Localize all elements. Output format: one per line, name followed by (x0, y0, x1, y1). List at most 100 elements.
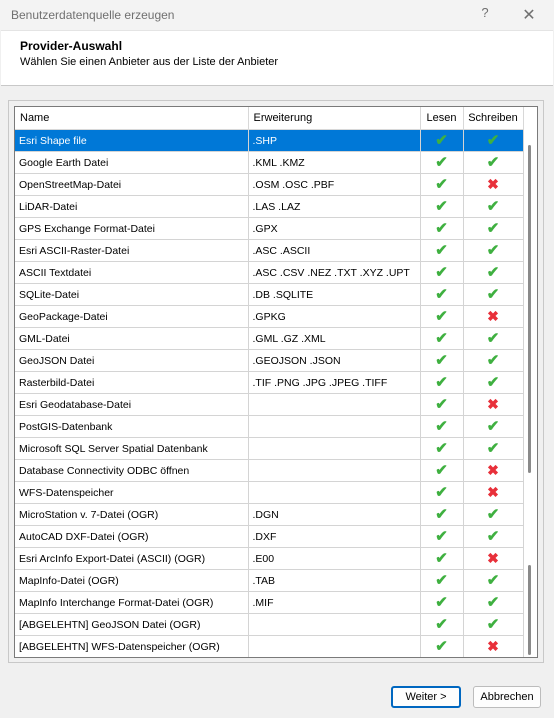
write-support-cell: ✔ (463, 525, 524, 548)
write-support-cell: ✔ (463, 613, 524, 636)
check-icon: ✔ (435, 440, 448, 457)
provider-name-cell: WFS-Datenspeicher (15, 481, 249, 504)
write-support-cell: ✔ (463, 569, 524, 592)
vertical-scrollbar[interactable] (523, 127, 537, 657)
provider-name-cell: MapInfo-Datei (OGR) (15, 569, 249, 592)
provider-extension-cell: .GEOJSON .JSON (248, 349, 421, 372)
provider-extension-cell: .DGN (248, 503, 421, 526)
wizard-header: Provider-Auswahl Wählen Sie einen Anbiet… (1, 30, 553, 86)
check-icon: ✔ (486, 374, 500, 391)
column-header-read[interactable]: Lesen (420, 107, 464, 130)
provider-name-cell: SQLite-Datei (15, 283, 249, 306)
read-support-cell: ✔ (420, 393, 464, 416)
close-button[interactable]: ✕ (518, 5, 540, 25)
table-row[interactable]: [ABGELEHTN] GeoJSON Datei (OGR) ✔ ✔ (15, 613, 524, 636)
provider-extension-cell (248, 415, 421, 438)
table-row[interactable]: Database Connectivity ODBC öffnen ✔ ✖ (15, 459, 524, 482)
table-row[interactable]: OpenStreetMap-Datei .OSM .OSC .PBF ✔ ✖ (15, 173, 524, 196)
write-support-cell: ✔ (463, 371, 524, 394)
table-row[interactable]: Esri Geodatabase-Datei ✔ ✖ (15, 393, 524, 416)
scrollbar-thumb-lower[interactable] (528, 565, 531, 655)
provider-name-cell: [ABGELEHTN] GeoJSON Datei (OGR) (15, 613, 249, 636)
provider-rows: Esri Shape file .SHP ✔ ✔ Google Earth Datei.… (15, 129, 524, 657)
write-support-cell: ✖ (463, 547, 524, 570)
read-support-cell: ✔ (420, 217, 464, 240)
table-row[interactable]: GeoJSON Datei .GEOJSON .JSON ✔ ✔ (15, 349, 524, 372)
check-icon: ✔ (435, 374, 448, 391)
cross-icon: ✖ (487, 396, 499, 412)
provider-list[interactable]: Name Erweiterung Lesen Schreiben Esri Sh… (14, 106, 538, 658)
check-icon: ✔ (435, 550, 448, 567)
provider-extension-cell: .ASC .CSV .NEZ .TXT .XYZ .UPT (248, 261, 421, 284)
table-row[interactable]: WFS-Datenspeicher ✔ ✖ (15, 481, 524, 504)
table-row[interactable]: LiDAR-Datei .LAS .LAZ ✔ ✔ (15, 195, 524, 218)
read-support-cell: ✔ (420, 613, 464, 636)
table-row[interactable]: ASCII Textdatei .ASC .CSV .NEZ .TXT .XYZ … (15, 261, 524, 284)
column-header-write[interactable]: Schreiben (463, 107, 524, 130)
write-support-cell: ✔ (463, 437, 524, 460)
check-icon: ✔ (486, 352, 500, 369)
check-icon: ✔ (486, 198, 500, 215)
provider-extension-cell: .KML .KMZ (248, 151, 421, 174)
provider-name-cell: Google Earth Datei (15, 151, 249, 174)
check-icon: ✔ (435, 242, 448, 259)
provider-extension-cell: .GPKG (248, 305, 421, 328)
read-support-cell: ✔ (420, 569, 464, 592)
next-button[interactable]: Weiter > (391, 686, 461, 708)
provider-extension-cell: .TIF .PNG .JPG .JPEG .TIFF (248, 371, 421, 394)
table-row[interactable]: PostGIS-Datenbank ✔ ✔ (15, 415, 524, 438)
help-button[interactable]: ? (476, 5, 494, 25)
table-row[interactable]: [ABGELEHTN] WFS-Datenspeicher (OGR) ✔ ✖ (15, 635, 524, 657)
provider-extension-cell: .E00 (248, 547, 421, 570)
scrollbar-thumb[interactable] (528, 145, 531, 473)
header-row: Name Erweiterung Lesen Schreiben (15, 107, 524, 130)
table-row[interactable]: MapInfo Interchange Format-Datei (OGR) .M… (15, 591, 524, 614)
check-icon: ✔ (435, 176, 448, 193)
table-row[interactable]: Rasterbild-Datei .TIF .PNG .JPG .JPEG .TI… (15, 371, 524, 394)
table-row[interactable]: GeoPackage-Datei .GPKG ✔ ✖ (15, 305, 524, 328)
provider-extension-cell: .LAS .LAZ (248, 195, 421, 218)
write-support-cell: ✔ (463, 283, 524, 306)
check-icon: ✔ (486, 418, 500, 435)
check-icon: ✔ (435, 462, 448, 479)
table-row[interactable]: Microsoft SQL Server Spatial Datenbank ✔ ✔ (15, 437, 524, 460)
write-support-cell: ✔ (463, 349, 524, 372)
check-icon: ✔ (435, 418, 448, 435)
write-support-cell: ✔ (463, 591, 524, 614)
table-row[interactable]: AutoCAD DXF-Datei (OGR) .DXF ✔ ✔ (15, 525, 524, 548)
provider-extension-cell: .OSM .OSC .PBF (248, 173, 421, 196)
write-support-cell: ✖ (463, 305, 524, 328)
provider-name-cell: Esri ArcInfo Export-Datei (ASCII) (OGR) (15, 547, 249, 570)
table-row[interactable]: SQLite-Datei .DB .SQLITE ✔ ✔ (15, 283, 524, 306)
read-support-cell: ✔ (420, 547, 464, 570)
check-icon: ✔ (435, 396, 448, 413)
cancel-button[interactable]: Abbrechen (473, 686, 541, 708)
table-row[interactable]: GPS Exchange Format-Datei .GPX ✔ ✔ (15, 217, 524, 240)
table-row[interactable]: Esri ArcInfo Export-Datei (ASCII) (OGR).… (15, 547, 524, 570)
column-header-name[interactable]: Name (15, 107, 249, 130)
table-row[interactable]: Esri Shape file .SHP ✔ ✔ (15, 129, 524, 152)
table-row[interactable]: Esri ASCII-Raster-Datei .ASC .ASCII ✔ ✔ (15, 239, 524, 262)
table-row[interactable]: MicroStation v. 7-Datei (OGR) .DGN ✔ ✔ (15, 503, 524, 526)
provider-extension-cell: .GML .GZ .XML (248, 327, 421, 350)
table-row[interactable]: GML-Datei .GML .GZ .XML ✔ ✔ (15, 327, 524, 350)
check-icon: ✔ (486, 528, 500, 545)
read-support-cell: ✔ (420, 349, 464, 372)
check-icon: ✔ (435, 506, 448, 523)
provider-extension-cell: .MIF (248, 591, 421, 614)
provider-extension-cell: .SHP (248, 129, 421, 152)
read-support-cell: ✔ (420, 437, 464, 460)
table-row[interactable]: MapInfo-Datei (OGR) .TAB ✔ ✔ (15, 569, 524, 592)
cross-icon: ✖ (487, 176, 499, 192)
provider-extension-cell: .DXF (248, 525, 421, 548)
provider-name-cell: Rasterbild-Datei (15, 371, 249, 394)
check-icon: ✔ (486, 330, 500, 347)
check-icon: ✔ (435, 638, 448, 655)
write-support-cell: ✔ (463, 261, 524, 284)
check-icon: ✔ (435, 352, 448, 369)
write-support-cell: ✔ (463, 415, 524, 438)
check-icon: ✔ (435, 308, 448, 325)
table-row[interactable]: Google Earth Datei .KML .KMZ ✔ ✔ (15, 151, 524, 174)
column-header-extension[interactable]: Erweiterung (248, 107, 421, 130)
check-icon: ✔ (435, 154, 448, 171)
